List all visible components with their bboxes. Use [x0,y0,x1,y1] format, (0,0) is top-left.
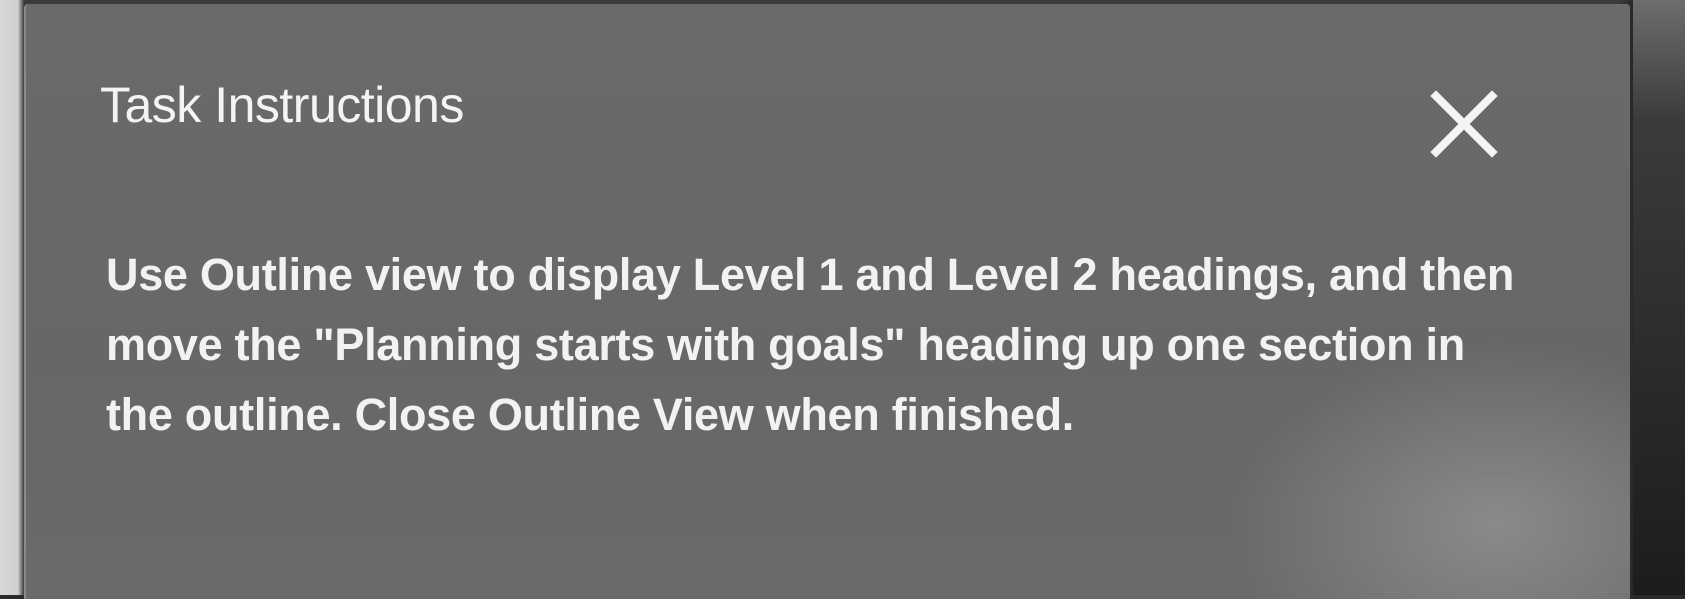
close-icon [1430,90,1498,158]
dialog-title: Task Instructions [100,77,464,133]
instructions-text: Use Outline view to display Level 1 and … [106,249,1515,440]
close-button[interactable] [1426,86,1502,162]
screen-edge [1633,0,1685,595]
task-instructions-dialog: Task Instructions Use Outline view to di… [24,4,1630,599]
